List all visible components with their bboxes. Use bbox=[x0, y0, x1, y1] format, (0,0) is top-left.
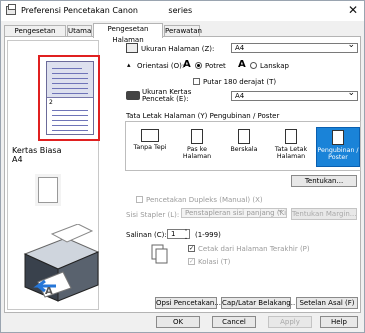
page-size-select[interactable]: A4 bbox=[231, 43, 358, 53]
layout-page-layout-button[interactable]: Tata Letak Halaman bbox=[269, 127, 313, 167]
layout-tiling-poster-label: Pengubinan / Poster bbox=[317, 147, 359, 161]
copies-label: Salinan (C): bbox=[126, 231, 167, 239]
last-page-label: Cetak dari Halaman Terakhir (P) bbox=[198, 245, 310, 253]
scaled-icon bbox=[238, 129, 250, 144]
copies-range: (1-999) bbox=[195, 231, 221, 239]
printer-paper-row: Ukuran Kertas Pencetak (E): A4 bbox=[125, 88, 361, 105]
page-size-label: Ukuran Halaman (Z): bbox=[141, 45, 215, 53]
layout-fit-page-button[interactable]: Pas ke Halaman bbox=[175, 127, 219, 167]
orientation-label: Orientasi (O): bbox=[137, 62, 185, 70]
landscape-radio[interactable] bbox=[250, 62, 257, 69]
duplex-checkbox[interactable] bbox=[136, 196, 143, 203]
portrait-icon: A bbox=[183, 59, 191, 70]
settings-area: Ukuran Halaman (Z): A4 ▴ Orientasi (O): … bbox=[125, 39, 361, 312]
layout-fit-page-label: Pas ke Halaman bbox=[182, 146, 212, 160]
printer-illustration-icon: A bbox=[23, 224, 100, 302]
last-page-checkbox[interactable]: ✓ bbox=[188, 245, 195, 252]
landscape-label: Lanskap bbox=[260, 62, 289, 70]
help-button[interactable]: Help bbox=[320, 316, 358, 328]
layout-page-layout-label: Tata Letak Halaman bbox=[274, 146, 308, 160]
paper-thumbnail bbox=[38, 177, 58, 203]
cancel-button[interactable]: Cancel bbox=[212, 316, 256, 328]
collate-label: Kolasi (T) bbox=[198, 258, 231, 266]
page-layout-group: Tanpa Tepi Pas ke Halaman Berskala Tata … bbox=[125, 121, 361, 171]
svg-text:A: A bbox=[45, 286, 53, 297]
layout-tiling-poster-button[interactable]: Pengubinan / Poster bbox=[316, 127, 360, 167]
layout-scaled-button[interactable]: Berskala bbox=[222, 127, 266, 167]
print-options-button[interactable]: Opsi Pencetakan... bbox=[155, 297, 221, 309]
media-info: Kertas Biasa A4 bbox=[12, 146, 62, 164]
page-layout-label: Tata Letak Halaman (Y) Pengubinan / Post… bbox=[126, 112, 280, 120]
tiling-poster-icon bbox=[332, 130, 344, 145]
media-type: Kertas Biasa bbox=[12, 146, 62, 155]
page-setup-panel: 2 Kertas Biasa A4 A Ukuran Halaman (Z): … bbox=[4, 36, 361, 313]
orientation-pointer-icon: ▴ bbox=[127, 61, 131, 69]
landscape-icon: A bbox=[238, 59, 246, 70]
rotate-180-checkbox[interactable] bbox=[193, 78, 200, 85]
window-title: Preferensi Pencetakan Canon series bbox=[21, 6, 193, 15]
apply-button[interactable]: Apply bbox=[268, 316, 312, 328]
page-preview-highlight: 2 bbox=[38, 55, 100, 141]
stapling-side-select[interactable]: Penstapleran sisi panjang (Kiri) bbox=[181, 208, 287, 218]
close-icon[interactable]: ✕ bbox=[348, 3, 358, 17]
page-preview-top bbox=[47, 62, 93, 98]
page-layout-icon bbox=[285, 129, 297, 144]
layout-borderless-label: Tanpa Tepi bbox=[133, 144, 167, 151]
paper-size-info: A4 bbox=[12, 155, 23, 164]
fit-to-page-icon bbox=[191, 129, 203, 144]
stamp-background-button[interactable]: Cap/Latar Belakang... bbox=[221, 297, 297, 309]
ok-button[interactable]: OK bbox=[156, 316, 200, 328]
page-size-row: Ukuran Halaman (Z): A4 bbox=[125, 42, 361, 56]
printing-preferences-window: Preferensi Pencetakan Canon series ✕ Pen… bbox=[0, 0, 365, 333]
printer-paper-label: Ukuran Kertas Pencetak (E): bbox=[142, 88, 192, 103]
copies-spinner[interactable]: 1 bbox=[167, 229, 190, 241]
orientation-row: ▴ Orientasi (O): A Potret A Lanskap bbox=[125, 59, 361, 73]
specify-button[interactable]: Tentukan... bbox=[291, 175, 357, 187]
layout-scaled-label: Berskala bbox=[230, 146, 258, 153]
copies-stack-icon bbox=[151, 244, 168, 264]
stapling-side-label: Sisi Stapler (L): bbox=[126, 211, 180, 219]
printer-paper-icon bbox=[126, 91, 140, 100]
printer-icon bbox=[6, 4, 16, 15]
printer-paper-select[interactable]: A4 bbox=[231, 91, 358, 101]
tab-page-setup[interactable]: Pengesetan Halaman bbox=[93, 23, 163, 44]
duplex-label: Pencetakan Dupleks (Manual) (X) bbox=[146, 196, 263, 204]
rotate-row: Putar 180 derajat (T) bbox=[125, 75, 361, 89]
rotate-180-label: Putar 180 derajat (T) bbox=[203, 78, 277, 86]
portrait-label: Potret bbox=[205, 62, 226, 70]
borderless-icon bbox=[141, 129, 159, 142]
title-bar: Preferensi Pencetakan Canon series ✕ bbox=[1, 1, 364, 21]
page-preview: 2 bbox=[46, 61, 94, 135]
preview-area: 2 Kertas Biasa A4 A bbox=[7, 40, 100, 310]
defaults-button[interactable]: Setelan Asal (F) bbox=[296, 297, 358, 309]
collate-checkbox[interactable]: ✓ bbox=[188, 258, 195, 265]
portrait-radio[interactable] bbox=[195, 62, 202, 69]
specify-margin-button[interactable]: Tentukan Margin... bbox=[291, 208, 357, 220]
preview-page-number: 2 bbox=[49, 99, 53, 106]
layout-borderless-button[interactable]: Tanpa Tepi bbox=[128, 127, 172, 167]
